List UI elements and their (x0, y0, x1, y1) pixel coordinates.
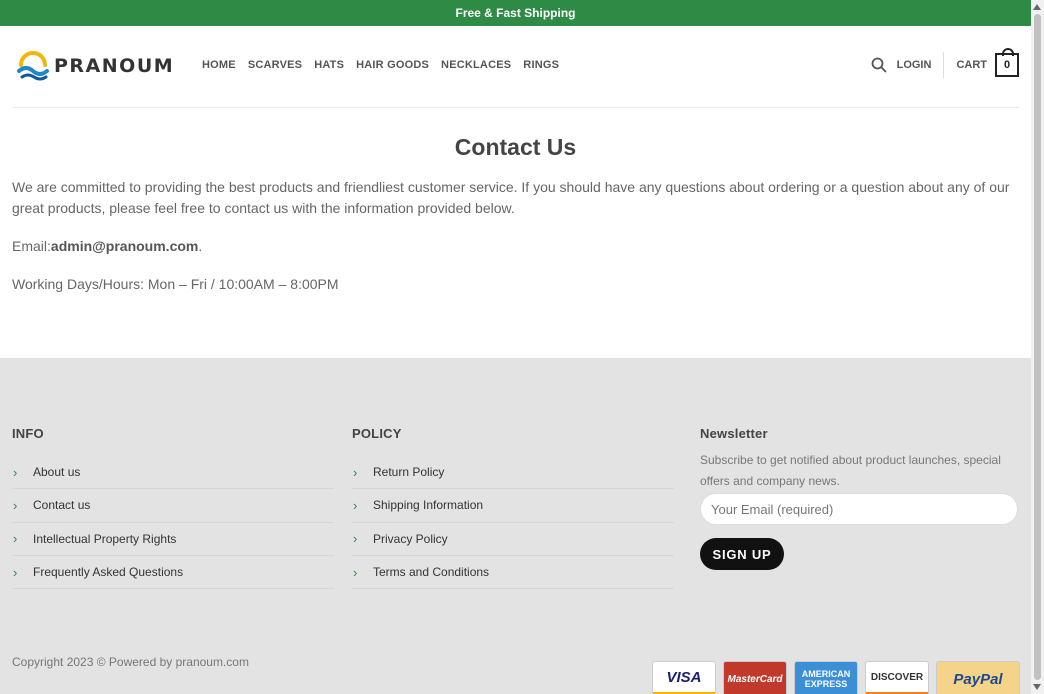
email-label: Email: (12, 238, 51, 254)
link-label: Privacy Policy (373, 531, 448, 546)
footer-link-about[interactable]: › About us (12, 456, 334, 490)
nav-scarves[interactable]: SCARVES (248, 59, 302, 71)
scroll-down-arrow-icon[interactable] (1033, 684, 1041, 690)
nav-rings[interactable]: RINGS (523, 59, 559, 71)
top-announcement-bar: Free & Fast Shipping (0, 0, 1031, 26)
info-heading: INFO (12, 426, 44, 441)
chevron-right-icon: › (353, 531, 358, 547)
cart-count: 0 (1003, 59, 1011, 71)
mastercard-icon: MasterCard (723, 661, 787, 694)
chevron-right-icon: › (13, 564, 18, 580)
announcement-text: Free & Fast Shipping (455, 6, 576, 20)
copyright-text: Copyright 2023 © Powered by pranoum.com (12, 655, 249, 669)
footer-link-shipping[interactable]: › Shipping Information (352, 489, 674, 523)
chevron-right-icon: › (353, 497, 358, 513)
newsletter-heading: Newsletter (700, 426, 768, 441)
main-nav: HOME SCARVES HATS HAIR GOODS NECKLACES R… (202, 59, 571, 71)
link-label: Shipping Information (373, 498, 484, 513)
link-label: Return Policy (373, 465, 445, 480)
nav-hair-goods[interactable]: HAIR GOODS (356, 59, 429, 71)
footer-link-contact[interactable]: › Contact us (12, 489, 334, 523)
info-links: › About us › Contact us › Intellectual Prop… (12, 456, 334, 590)
footer-newsletter-column: Newsletter Subscribe to get notified abo… (700, 426, 1018, 570)
link-label: Intellectual Property Rights (33, 531, 177, 546)
site-logo[interactable]: PRANOUM (17, 51, 174, 81)
link-label: Contact us (33, 498, 91, 513)
login-link[interactable]: LOGIN (897, 59, 932, 71)
footer-link-privacy[interactable]: › Privacy Policy (352, 523, 674, 556)
policy-links: › Return Policy › Shipping Information › Pr… (352, 456, 674, 590)
logo-text: PRANOUM (54, 55, 175, 77)
site-footer: INFO › About us › Contact us › Intellectual… (0, 358, 1031, 694)
amex-icon: AMERICAN EXPRESS (794, 661, 858, 694)
chevron-right-icon: › (353, 564, 358, 580)
visa-icon: VISA (652, 661, 716, 694)
footer-link-faq[interactable]: › Frequently Asked Questions (12, 556, 334, 590)
footer-info-column: INFO › About us › Contact us › Intellectual… (12, 426, 334, 590)
newsletter-text: Subscribe to get notified about product … (700, 453, 1001, 488)
link-label: About us (33, 465, 81, 480)
paypal-icon: PayPal (936, 661, 1020, 694)
footer-policy-column: POLICY › Return Policy › Shipping Informat… (352, 426, 674, 590)
working-hours: Working Days/Hours: Mon – Fri / 10:00AM … (12, 276, 339, 292)
footer-link-ip-rights[interactable]: › Intellectual Property Rights (12, 523, 334, 556)
newsletter-email-input[interactable] (700, 493, 1018, 525)
cart-link[interactable]: CART (956, 59, 987, 71)
footer-link-terms[interactable]: › Terms and Conditions (352, 556, 674, 590)
chevron-right-icon: › (13, 497, 18, 513)
email-suffix: . (198, 238, 203, 254)
sign-up-button[interactable]: SIGN UP (700, 538, 784, 570)
contact-content: Contact Us We are committed to providing… (12, 108, 1019, 295)
footer-link-return[interactable]: › Return Policy (352, 456, 674, 490)
email-line: Email:admin@pranoum.com. (12, 236, 1019, 257)
header-divider (943, 52, 945, 78)
chevron-right-icon: › (353, 464, 358, 480)
discover-icon: DISCOVER (865, 661, 929, 694)
logo-wave-icon (17, 51, 49, 81)
link-label: Frequently Asked Questions (33, 565, 184, 580)
scroll-up-arrow-icon[interactable] (1033, 4, 1041, 10)
intro-text: We are committed to providing the best p… (12, 179, 1010, 216)
link-label: Terms and Conditions (373, 565, 490, 580)
nav-hats[interactable]: HATS (314, 59, 344, 71)
scrollbar-thumb[interactable] (1034, 14, 1041, 680)
policy-heading: POLICY (352, 426, 402, 441)
email-address[interactable]: admin@pranoum.com (51, 238, 198, 254)
chevron-right-icon: › (13, 531, 18, 547)
header-actions: LOGIN CART 0 (871, 48, 1019, 80)
nav-necklaces[interactable]: NECKLACES (441, 59, 511, 71)
page-title: Contact Us (454, 134, 577, 160)
site-header: PRANOUM HOME SCARVES HATS HAIR GOODS NEC… (0, 26, 1031, 108)
nav-home[interactable]: HOME (202, 59, 236, 71)
search-icon[interactable] (871, 57, 887, 73)
chevron-right-icon: › (13, 464, 18, 480)
bag-icon[interactable]: 0 (995, 48, 1019, 77)
vertical-scrollbar[interactable] (1031, 0, 1044, 694)
payment-icons: VISA MasterCard AMERICAN EXPRESS DISCOVE… (652, 661, 1027, 694)
